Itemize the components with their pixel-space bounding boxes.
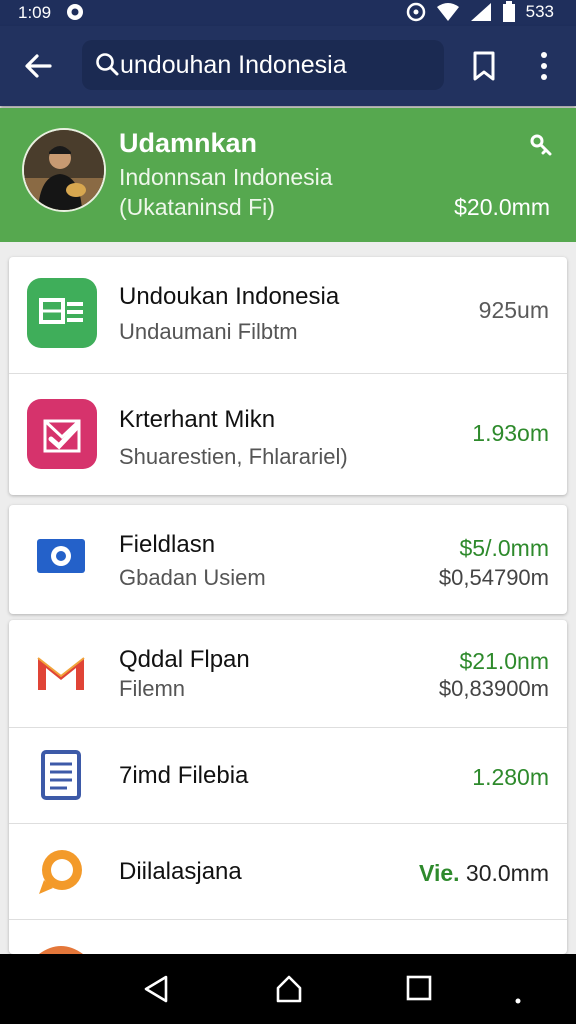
list-item-value: Vie. 30.0mm [419, 860, 549, 887]
list-item-secondary-value: $0,54790m [438, 565, 549, 590]
search-input[interactable] [120, 48, 430, 82]
list-item-value: $5/.0mm [459, 535, 549, 561]
list-item-partial[interactable] [9, 920, 567, 954]
battery-icon [502, 1, 515, 22]
list-item-secondary-value: $0,83900m [438, 676, 549, 701]
item-card: Fieldlasn Gbadan Usiem $5/.0mm $0,54790m [9, 505, 567, 614]
sheets-icon [27, 278, 97, 348]
list-item-value: $21.0nm [459, 648, 549, 674]
nav-home-icon[interactable] [274, 974, 304, 1004]
profile-subtitle: Indonnsan Indonesia [119, 164, 333, 190]
status-indicators: 533 [406, 1, 554, 23]
avatar-photo [24, 130, 104, 210]
chat-icon [39, 850, 82, 894]
system-nav-bar [0, 954, 576, 1024]
signal-icon [470, 3, 491, 21]
list-item-value: 1.280m [472, 764, 549, 790]
list-item-title: Fieldlasn [119, 531, 216, 558]
list-item-value-prefix: Vie. [419, 860, 460, 886]
list-item[interactable]: 7imd Filebia 1.280m [9, 728, 567, 824]
search-box[interactable] [82, 40, 444, 90]
profile-name: Udamnkan [119, 128, 258, 158]
list-item[interactable]: Qddal Flpan Filemn $21.0nm $0,83900m [9, 620, 567, 728]
search-icon [96, 53, 119, 76]
camera-icon [37, 539, 85, 573]
key-icon[interactable] [530, 134, 552, 156]
list-item-title: 7imd Filebia [119, 762, 249, 789]
nav-back-icon[interactable] [142, 974, 172, 1004]
list-item-subtitle: Filemn [119, 676, 186, 701]
document-icon [41, 750, 81, 800]
profile-header[interactable]: Udamnkan Indonnsan Indonesia (Ukataninsd… [0, 108, 576, 242]
app-toolbar [0, 26, 576, 106]
list-item[interactable]: Fieldlasn Gbadan Usiem $5/.0mm $0,54790m [9, 505, 567, 614]
more-options-icon[interactable] [532, 50, 556, 82]
apps-card: Undoukan Indonesia Undaumani Filbtm 925u… [9, 257, 567, 495]
status-bar: 1:09 533 [0, 0, 576, 26]
list-item-title: Krterhant Mikn [119, 406, 276, 433]
sync-icon [406, 2, 425, 22]
list-item[interactable]: Undoukan Indonesia Undaumani Filbtm 925u… [9, 257, 567, 374]
mail-icon [37, 657, 85, 690]
avatar[interactable] [22, 128, 106, 212]
list-item-value-amount: 30.0mm [465, 860, 549, 886]
list-item-subtitle: Undaumani Filbtm [119, 319, 298, 344]
list-item-subtitle: Shuarestien, Fhlarariel) [119, 444, 348, 469]
status-time: 1:09 [18, 3, 52, 22]
list-item-title: Undoukan Indonesia [119, 283, 340, 310]
profile-detail: (Ukataninsd Fi) [119, 194, 275, 220]
list-item-value: 1.93om [472, 420, 549, 446]
profile-amount: $20.0mm [454, 194, 550, 220]
items-card: Qddal Flpan Filemn $21.0nm $0,83900m 7im… [9, 620, 567, 954]
list-item-title: Qddal Flpan [119, 646, 250, 673]
back-arrow-icon[interactable] [22, 50, 54, 82]
nav-dot-icon [515, 998, 521, 1004]
list-item-title: Diilalasjana [119, 858, 242, 885]
battery-text: 533 [525, 2, 554, 21]
list-item[interactable]: Krterhant Mikn Shuarestien, Fhlarariel) … [9, 374, 567, 495]
checklist-icon [27, 399, 97, 469]
list-item[interactable]: Diilalasjana Vie. 30.0mm [9, 824, 567, 920]
bookmark-icon[interactable] [470, 50, 498, 82]
notification-icon [67, 4, 83, 20]
list-item-value: 925um [478, 297, 549, 323]
list-item-subtitle: Gbadan Usiem [119, 565, 266, 590]
wifi-icon [436, 3, 459, 21]
nav-recent-apps-icon[interactable] [405, 974, 433, 1002]
